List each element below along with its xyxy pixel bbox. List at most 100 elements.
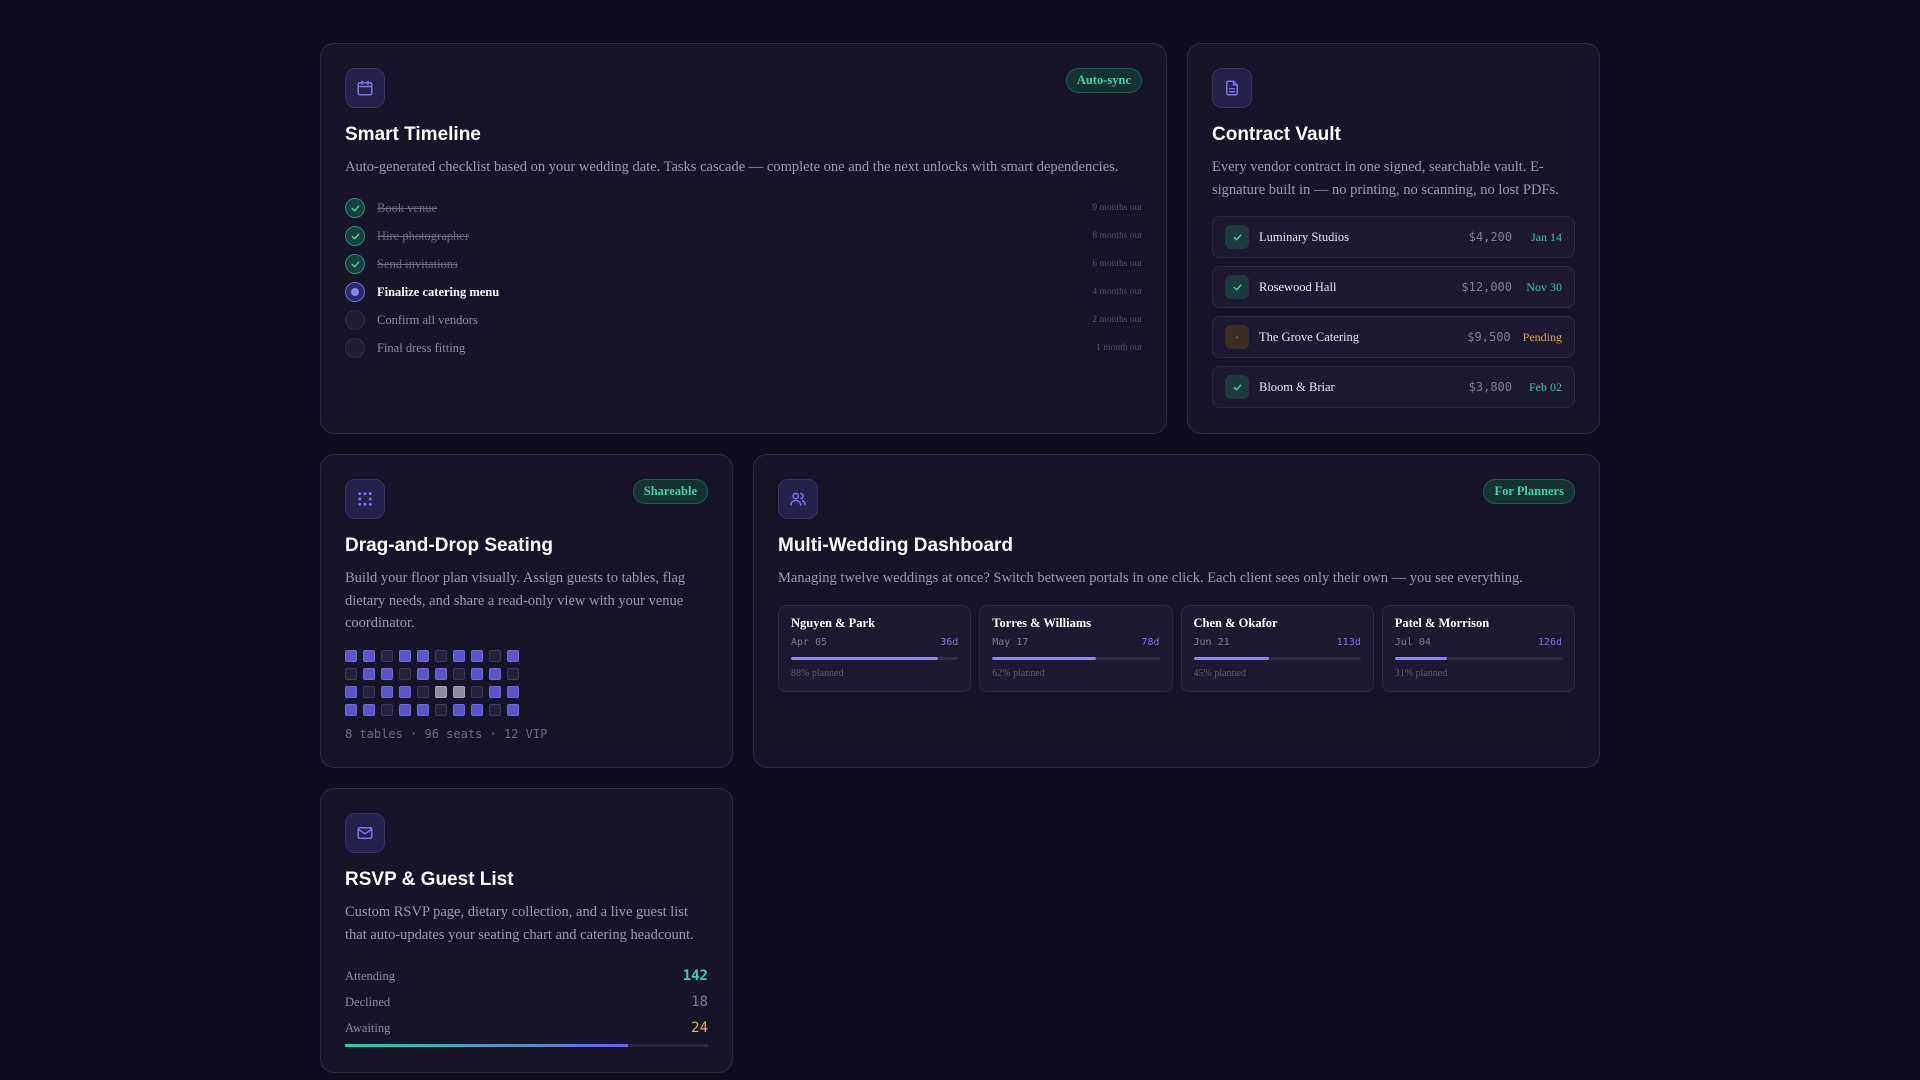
contract-amount: $3,800 bbox=[1468, 380, 1512, 394]
assigned-seat[interactable] bbox=[399, 650, 411, 662]
empty-circle-icon[interactable] bbox=[345, 338, 365, 358]
empty-seat[interactable] bbox=[453, 668, 465, 680]
days-remaining: 78d bbox=[1141, 637, 1160, 648]
mail-icon bbox=[345, 813, 385, 853]
rsvp-card: RSVP & Guest List Custom RSVP page, diet… bbox=[320, 788, 733, 1073]
card-title: Drag-and-Drop Seating bbox=[345, 535, 553, 556]
empty-seat[interactable] bbox=[381, 704, 393, 716]
assigned-seat[interactable] bbox=[507, 686, 519, 698]
assigned-seat[interactable] bbox=[345, 686, 357, 698]
shareable-badge: Shareable bbox=[632, 479, 708, 504]
users-icon bbox=[778, 479, 818, 519]
empty-seat[interactable] bbox=[435, 704, 447, 716]
assigned-seat[interactable] bbox=[489, 668, 501, 680]
assigned-seat[interactable] bbox=[471, 704, 483, 716]
planning-progress-bar bbox=[1394, 657, 1562, 660]
assigned-seat[interactable] bbox=[399, 686, 411, 698]
days-remaining: 126d bbox=[1537, 637, 1562, 648]
wedding-card[interactable]: Torres & Williams May 17 78d 62% planned bbox=[979, 605, 1173, 692]
assigned-seat[interactable] bbox=[507, 704, 519, 716]
rsvp-stat-row: Attending 142 bbox=[345, 963, 708, 989]
couple-name: Nguyen & Park bbox=[791, 616, 876, 630]
contract-list: Luminary Studios $4,200 Jan 14 Rosewood Hal… bbox=[1212, 216, 1575, 416]
seating-preview-grid[interactable] bbox=[345, 650, 525, 722]
assigned-seat[interactable] bbox=[417, 704, 429, 716]
contract-row[interactable]: Luminary Studios $4,200 Jan 14 bbox=[1212, 216, 1575, 258]
wedding-date: May 17 bbox=[992, 637, 1029, 648]
planning-progress-fill bbox=[992, 657, 1096, 660]
assigned-seat[interactable] bbox=[435, 668, 447, 680]
assigned-seat[interactable] bbox=[345, 704, 357, 716]
card-title: Contract Vault bbox=[1212, 124, 1341, 145]
timeline-task[interactable]: Hire photographer 8 months out bbox=[345, 222, 1142, 250]
vendor-name: Rosewood Hall bbox=[1259, 279, 1337, 294]
contract-row[interactable]: Bloom & Briar $3,800 Feb 02 bbox=[1212, 366, 1575, 408]
wedding-card[interactable]: Chen & Okafor Jun 21 113d 45% planned bbox=[1180, 605, 1374, 692]
assigned-seat[interactable] bbox=[471, 668, 483, 680]
rsvp-stat-label: Attending bbox=[345, 968, 395, 983]
card-description: Custom RSVP page, dietary collection, an… bbox=[345, 904, 694, 943]
assigned-seat[interactable] bbox=[417, 668, 429, 680]
empty-seat[interactable] bbox=[471, 686, 483, 698]
assigned-seat[interactable] bbox=[381, 686, 393, 698]
vendor-name: Bloom & Briar bbox=[1259, 379, 1335, 394]
check-circle-icon[interactable] bbox=[345, 198, 365, 218]
active-dot-icon[interactable] bbox=[345, 282, 365, 302]
vip-seat[interactable] bbox=[435, 686, 447, 698]
empty-circle-icon[interactable] bbox=[345, 310, 365, 330]
calendar-icon bbox=[345, 68, 385, 108]
assigned-seat[interactable] bbox=[363, 668, 375, 680]
empty-seat[interactable] bbox=[381, 650, 393, 662]
task-label: Send invitations bbox=[377, 256, 458, 271]
assigned-seat[interactable] bbox=[417, 650, 429, 662]
assigned-seat[interactable] bbox=[399, 704, 411, 716]
empty-seat[interactable] bbox=[489, 650, 501, 662]
assigned-seat[interactable] bbox=[381, 668, 393, 680]
card-description: Build your floor plan visually. Assign g… bbox=[345, 570, 686, 631]
assigned-seat[interactable] bbox=[471, 650, 483, 662]
rsvp-progress-fill bbox=[345, 1044, 629, 1047]
card-description: Managing twelve weddings at once? Switch… bbox=[778, 570, 1523, 586]
seating-grid-icon bbox=[345, 479, 385, 519]
auto-sync-badge: Auto-sync bbox=[1065, 68, 1142, 93]
assigned-seat[interactable] bbox=[507, 650, 519, 662]
empty-seat[interactable] bbox=[399, 668, 411, 680]
seat-row bbox=[345, 704, 525, 722]
timeline-task[interactable]: Confirm all vendors 2 months out bbox=[345, 306, 1142, 334]
contract-row[interactable]: Rosewood Hall $12,000 Nov 30 bbox=[1212, 266, 1575, 308]
timeline-task[interactable]: Final dress fitting 1 month out bbox=[345, 334, 1142, 362]
empty-seat[interactable] bbox=[417, 686, 429, 698]
empty-seat[interactable] bbox=[363, 686, 375, 698]
assigned-seat[interactable] bbox=[453, 650, 465, 662]
contract-row[interactable]: · The Grove Catering $9,500 Pending bbox=[1212, 316, 1575, 358]
empty-seat[interactable] bbox=[345, 668, 357, 680]
vendor-name: The Grove Catering bbox=[1259, 329, 1359, 344]
timeline-task[interactable]: Send invitations 6 months out bbox=[345, 250, 1142, 278]
timeline-task[interactable]: Finalize catering menu 4 months out bbox=[345, 278, 1142, 306]
seat-row bbox=[345, 686, 525, 704]
timeline-task-list: Book venue 9 months out Hire photographer 8… bbox=[345, 194, 1142, 362]
contract-amount: $12,000 bbox=[1461, 280, 1512, 294]
for-planners-badge: For Planners bbox=[1483, 479, 1575, 504]
assigned-seat[interactable] bbox=[489, 686, 501, 698]
timeline-task[interactable]: Book venue 9 months out bbox=[345, 194, 1142, 222]
assigned-seat[interactable] bbox=[345, 650, 357, 662]
wedding-card[interactable]: Nguyen & Park Apr 05 36d 88% planned bbox=[778, 605, 972, 692]
task-label: Book venue bbox=[377, 200, 438, 215]
empty-seat[interactable] bbox=[489, 704, 501, 716]
assigned-seat[interactable] bbox=[453, 704, 465, 716]
card-description: Every vendor contract in one signed, sea… bbox=[1212, 159, 1559, 198]
check-circle-icon[interactable] bbox=[345, 226, 365, 246]
check-circle-icon[interactable] bbox=[345, 254, 365, 274]
empty-seat[interactable] bbox=[507, 668, 519, 680]
assigned-seat[interactable] bbox=[363, 650, 375, 662]
rsvp-stat-value: 24 bbox=[691, 1020, 708, 1036]
rsvp-stat-row: Awaiting 24 bbox=[345, 1015, 708, 1041]
card-title: RSVP & Guest List bbox=[345, 869, 514, 890]
planning-progress-fill bbox=[791, 657, 939, 660]
wedding-meta: May 17 78d bbox=[992, 637, 1159, 648]
empty-seat[interactable] bbox=[435, 650, 447, 662]
vip-seat[interactable] bbox=[453, 686, 465, 698]
wedding-card[interactable]: Patel & Morrison Jul 04 126d 31% planned bbox=[1381, 605, 1575, 692]
assigned-seat[interactable] bbox=[363, 704, 375, 716]
